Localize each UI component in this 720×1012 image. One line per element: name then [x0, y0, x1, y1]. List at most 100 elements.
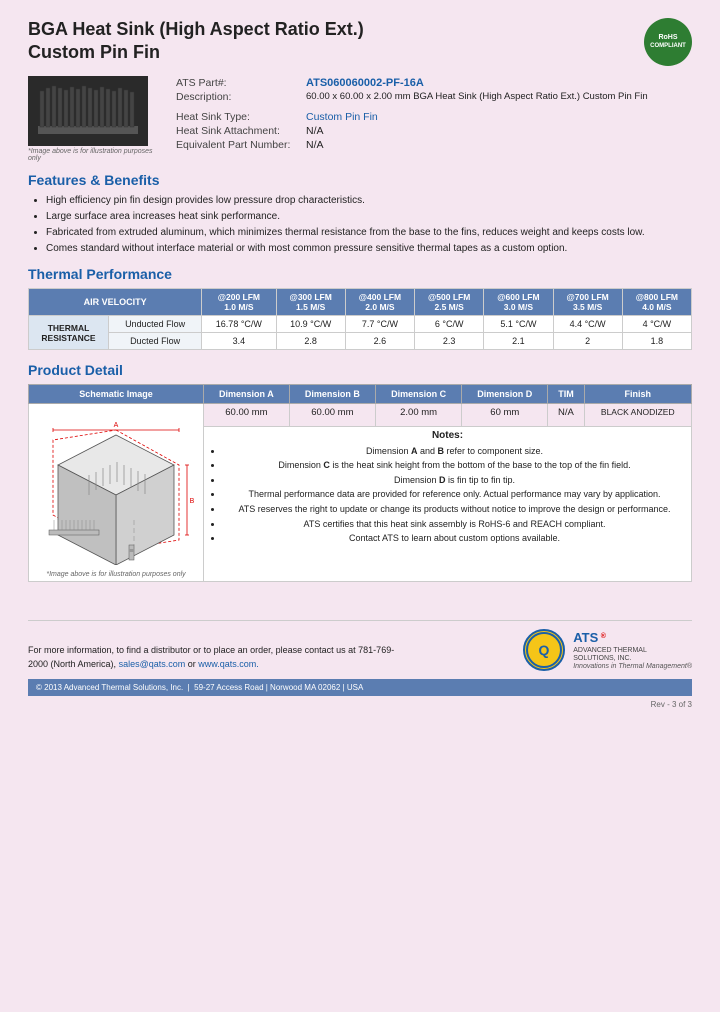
schematic-image: A B: [36, 407, 196, 567]
main-title: BGA Heat Sink (High Aspect Ratio Ext.) C…: [28, 18, 364, 65]
dim-a-value: 60.00 mm: [204, 404, 290, 427]
footer-website[interactable]: www.qats.com.: [198, 659, 259, 669]
thermal-table: AIR VELOCITY @200 LFM 1.0 M/S @300 LFM 1…: [28, 288, 692, 350]
col-600lfm: @600 LFM 3.0 M/S: [484, 289, 553, 316]
list-item: Large surface area increases heat sink p…: [46, 210, 692, 224]
list-item: ATS reserves the right to update or chan…: [223, 503, 686, 516]
footer-section: For more information, to find a distribu…: [28, 620, 692, 671]
ats-logo: Q ATS ® ADVANCED THERMALSOLUTIONS, INC. …: [523, 629, 692, 671]
thermal-resistance-label: THERMAL RESISTANCE: [29, 316, 109, 350]
notes-list: Dimension A and B refer to component siz…: [223, 445, 686, 545]
ducted-val-6: 1.8: [622, 333, 691, 350]
features-section: Features & Benefits High efficiency pin …: [28, 172, 692, 256]
dim-d-header: Dimension D: [462, 385, 548, 404]
svg-text:B: B: [189, 498, 193, 505]
notes-cell: Notes: Dimension A and B refer to compon…: [204, 426, 692, 581]
unducted-val-2: 7.7 °C/W: [345, 316, 414, 333]
ducted-val-4: 2.1: [484, 333, 553, 350]
footer-email[interactable]: sales@qats.com: [119, 659, 186, 669]
finish-value: BLACK ANODIZED: [584, 404, 691, 427]
dim-b-header: Dimension B: [289, 385, 375, 404]
equivalent-label: Equivalent Part Number:: [172, 138, 302, 152]
dim-b-value: 60.00 mm: [289, 404, 375, 427]
description-value: 60.00 x 60.00 x 2.00 mm BGA Heat Sink (H…: [302, 90, 692, 104]
thermal-performance-section: Thermal Performance AIR VELOCITY @200 LF…: [28, 266, 692, 350]
unducted-val-1: 10.9 °C/W: [276, 316, 345, 333]
tim-header: TIM: [548, 385, 584, 404]
col-800lfm: @800 LFM 4.0 M/S: [622, 289, 691, 316]
tim-value: N/A: [548, 404, 584, 427]
copyright-bar: © 2013 Advanced Thermal Solutions, Inc. …: [28, 679, 692, 696]
product-detail-heading: Product Detail: [28, 362, 692, 378]
ducted-val-3: 2.3: [415, 333, 484, 350]
ats-logo-circle: Q: [523, 629, 565, 671]
unducted-flow-label: Unducted Flow: [109, 316, 202, 333]
page-number: Rev - 3 of 3: [28, 700, 692, 709]
part-table: ATS Part#: ATS060060002-PF-16A Descripti…: [172, 76, 692, 104]
ducted-val-1: 2.8: [276, 333, 345, 350]
copyright-text: © 2013 Advanced Thermal Solutions, Inc. …: [36, 683, 363, 692]
list-item: Dimension C is the heat sink height from…: [223, 459, 686, 472]
dim-a-header: Dimension A: [204, 385, 290, 404]
image-caption: *Image above is for illustration purpose…: [28, 148, 158, 162]
col-200lfm: @200 LFM 1.0 M/S: [202, 289, 276, 316]
list-item: ATS certifies that this heat sink assemb…: [223, 518, 686, 531]
footer-contact-text: For more information, to find a distribu…: [28, 644, 408, 671]
rohs-badge: RoHS COMPLIANT: [644, 18, 692, 66]
part-info-section: *Image above is for illustration purpose…: [28, 76, 692, 162]
svg-text:Q: Q: [539, 642, 550, 658]
product-detail-section: Product Detail Schematic Image Dimension…: [28, 362, 692, 582]
ats-full: ADVANCED THERMALSOLUTIONS, INC.: [573, 647, 692, 664]
ats-tagline: Innovations in Thermal Management®: [573, 663, 692, 670]
schematic-caption: *Image above is for illustration purpose…: [34, 571, 198, 578]
ats-part-value: ATS060060002-PF-16A: [302, 76, 692, 90]
list-item: Dimension D is fin tip to fin tip.: [223, 474, 686, 487]
heat-sink-type-label: Heat Sink Type:: [172, 110, 302, 124]
unducted-val-3: 6 °C/W: [415, 316, 484, 333]
air-velocity-header: AIR VELOCITY: [29, 289, 202, 316]
footer-left: For more information, to find a distribu…: [28, 644, 408, 671]
part-details: ATS Part#: ATS060060002-PF-16A Descripti…: [172, 76, 692, 162]
thermal-heading: Thermal Performance: [28, 266, 692, 282]
list-item: Dimension A and B refer to component siz…: [223, 445, 686, 458]
features-list: High efficiency pin fin design provides …: [46, 194, 692, 256]
description-label: Description:: [172, 90, 302, 104]
dim-c-header: Dimension C: [376, 385, 462, 404]
dim-c-value: 2.00 mm: [376, 404, 462, 427]
ats-name: ATS ®: [573, 630, 692, 647]
attachment-value: N/A: [302, 124, 692, 138]
title-line2: Custom Pin Fin: [28, 41, 364, 64]
list-item: Fabricated from extruded aluminum, which…: [46, 226, 692, 240]
finish-header: Finish: [584, 385, 691, 404]
dim-d-value: 60 mm: [462, 404, 548, 427]
ducted-val-0: 3.4: [202, 333, 276, 350]
product-image-box: *Image above is for illustration purpose…: [28, 76, 158, 162]
product-detail-table: Schematic Image Dimension A Dimension B …: [28, 384, 692, 582]
col-700lfm: @700 LFM 3.5 M/S: [553, 289, 622, 316]
list-item: Comes standard without interface materia…: [46, 242, 692, 256]
product-image: [28, 76, 148, 146]
list-item: Thermal performance data are provided fo…: [223, 488, 686, 501]
unducted-val-5: 4.4 °C/W: [553, 316, 622, 333]
ats-text-block: ATS ® ADVANCED THERMALSOLUTIONS, INC. In…: [573, 630, 692, 671]
equivalent-value: N/A: [302, 138, 692, 152]
title-line1: BGA Heat Sink (High Aspect Ratio Ext.): [28, 18, 364, 41]
list-item: High efficiency pin fin design provides …: [46, 194, 692, 208]
page-header: BGA Heat Sink (High Aspect Ratio Ext.) C…: [28, 18, 692, 66]
col-500lfm: @500 LFM 2.5 M/S: [415, 289, 484, 316]
col-400lfm: @400 LFM 2.0 M/S: [345, 289, 414, 316]
attachment-label: Heat Sink Attachment:: [172, 124, 302, 138]
list-item: Contact ATS to learn about custom option…: [223, 532, 686, 545]
ducted-val-5: 2: [553, 333, 622, 350]
col-300lfm: @300 LFM 1.5 M/S: [276, 289, 345, 316]
unducted-val-4: 5.1 °C/W: [484, 316, 553, 333]
part-detail-table: Heat Sink Type: Custom Pin Fin Heat Sink…: [172, 110, 692, 152]
ats-part-label: ATS Part#:: [172, 76, 302, 90]
svg-text:A: A: [113, 422, 118, 429]
unducted-val-0: 16.78 °C/W: [202, 316, 276, 333]
schematic-cell: A B: [29, 404, 204, 582]
ducted-flow-label: Ducted Flow: [109, 333, 202, 350]
schematic-header: Schematic Image: [29, 385, 204, 404]
features-heading: Features & Benefits: [28, 172, 692, 188]
ducted-val-2: 2.6: [345, 333, 414, 350]
